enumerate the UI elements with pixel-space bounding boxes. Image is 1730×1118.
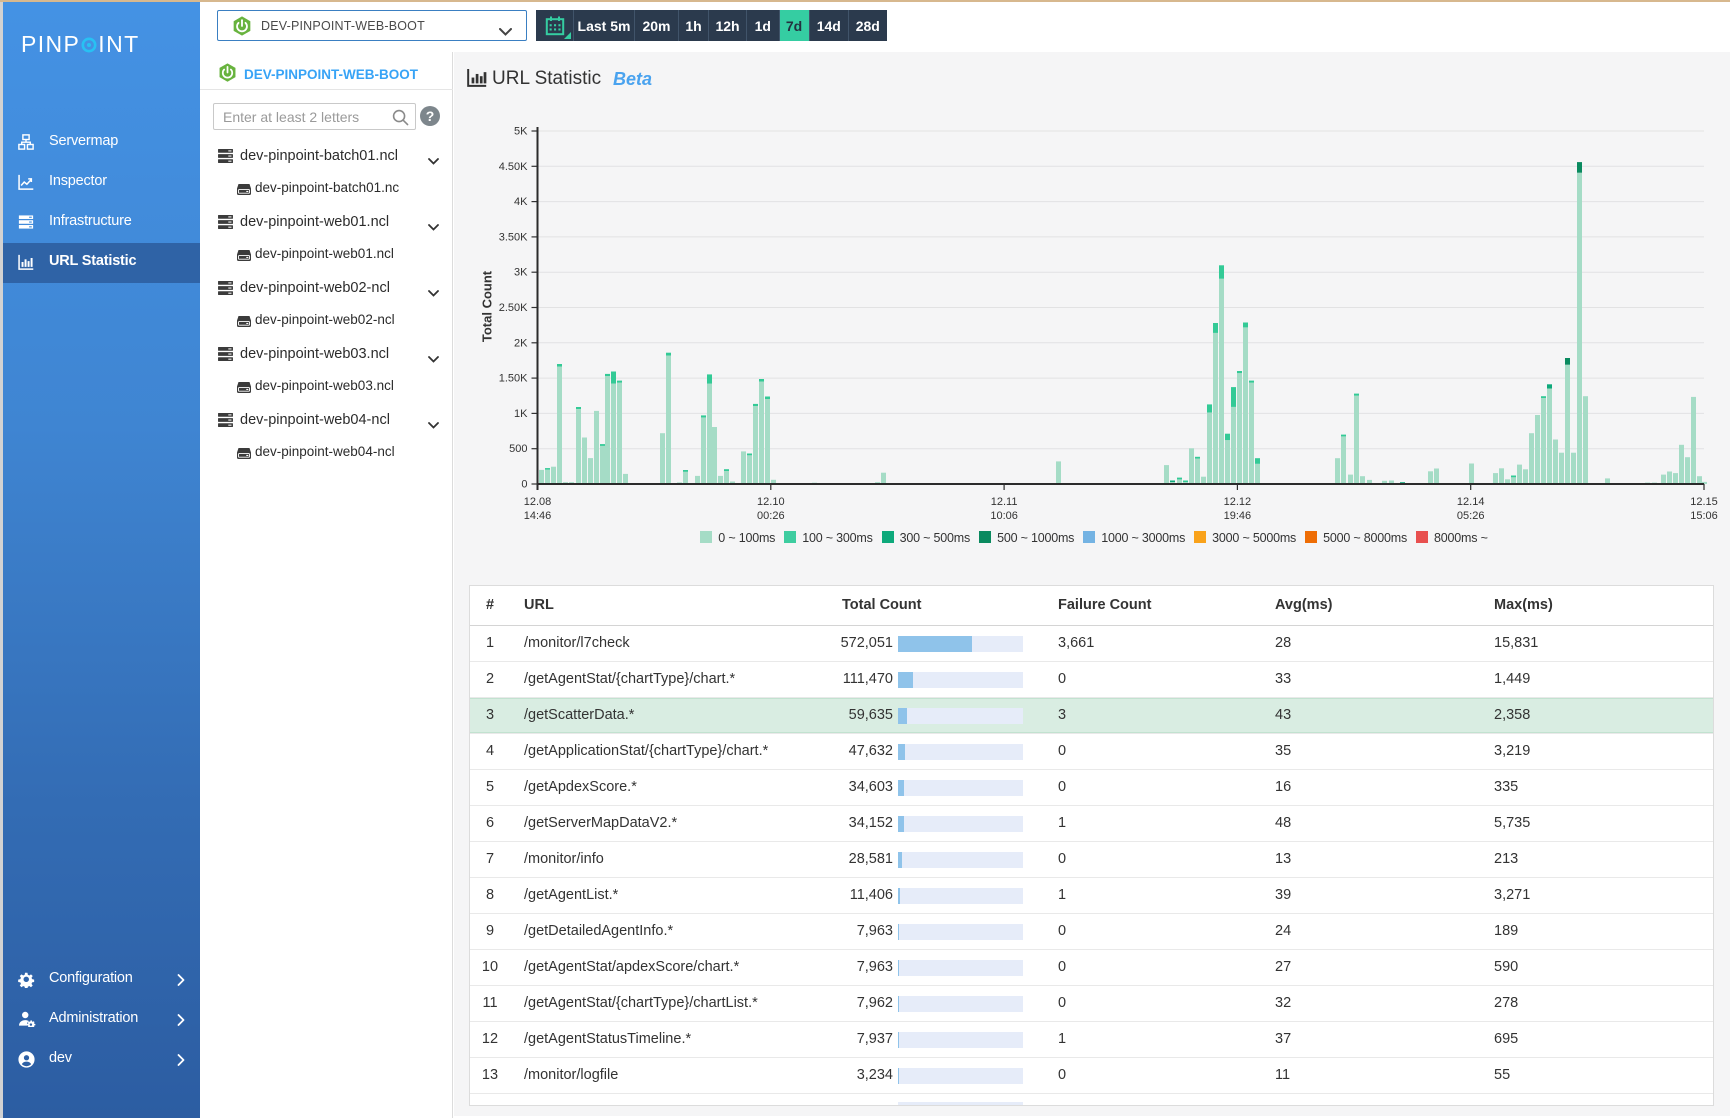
- svg-text:3K: 3K: [514, 267, 528, 279]
- svg-text:12.11: 12.11: [991, 496, 1018, 508]
- svg-text:4K: 4K: [514, 196, 528, 208]
- svg-text:05:26: 05:26: [1457, 510, 1485, 522]
- svg-text:12.10: 12.10: [757, 496, 785, 508]
- svg-text:00:26: 00:26: [757, 510, 785, 522]
- svg-text:4.50K: 4.50K: [499, 161, 528, 173]
- svg-text:12.12: 12.12: [1224, 496, 1252, 508]
- svg-text:12.14: 12.14: [1457, 496, 1485, 508]
- svg-text:500: 500: [509, 443, 527, 455]
- svg-text:12.08: 12.08: [524, 496, 552, 508]
- svg-text:15:06: 15:06: [1690, 510, 1718, 522]
- svg-text:10:06: 10:06: [990, 510, 1018, 522]
- svg-text:12.15: 12.15: [1690, 496, 1718, 508]
- svg-text:3.50K: 3.50K: [499, 231, 528, 243]
- svg-text:19:46: 19:46: [1224, 510, 1252, 522]
- svg-text:14:46: 14:46: [524, 510, 552, 522]
- svg-text:1.50K: 1.50K: [499, 373, 528, 385]
- svg-text:2.50K: 2.50K: [499, 302, 528, 314]
- svg-text:0: 0: [521, 479, 527, 491]
- svg-text:5K: 5K: [514, 126, 528, 138]
- svg-text:1K: 1K: [514, 408, 528, 420]
- svg-text:2K: 2K: [514, 337, 528, 349]
